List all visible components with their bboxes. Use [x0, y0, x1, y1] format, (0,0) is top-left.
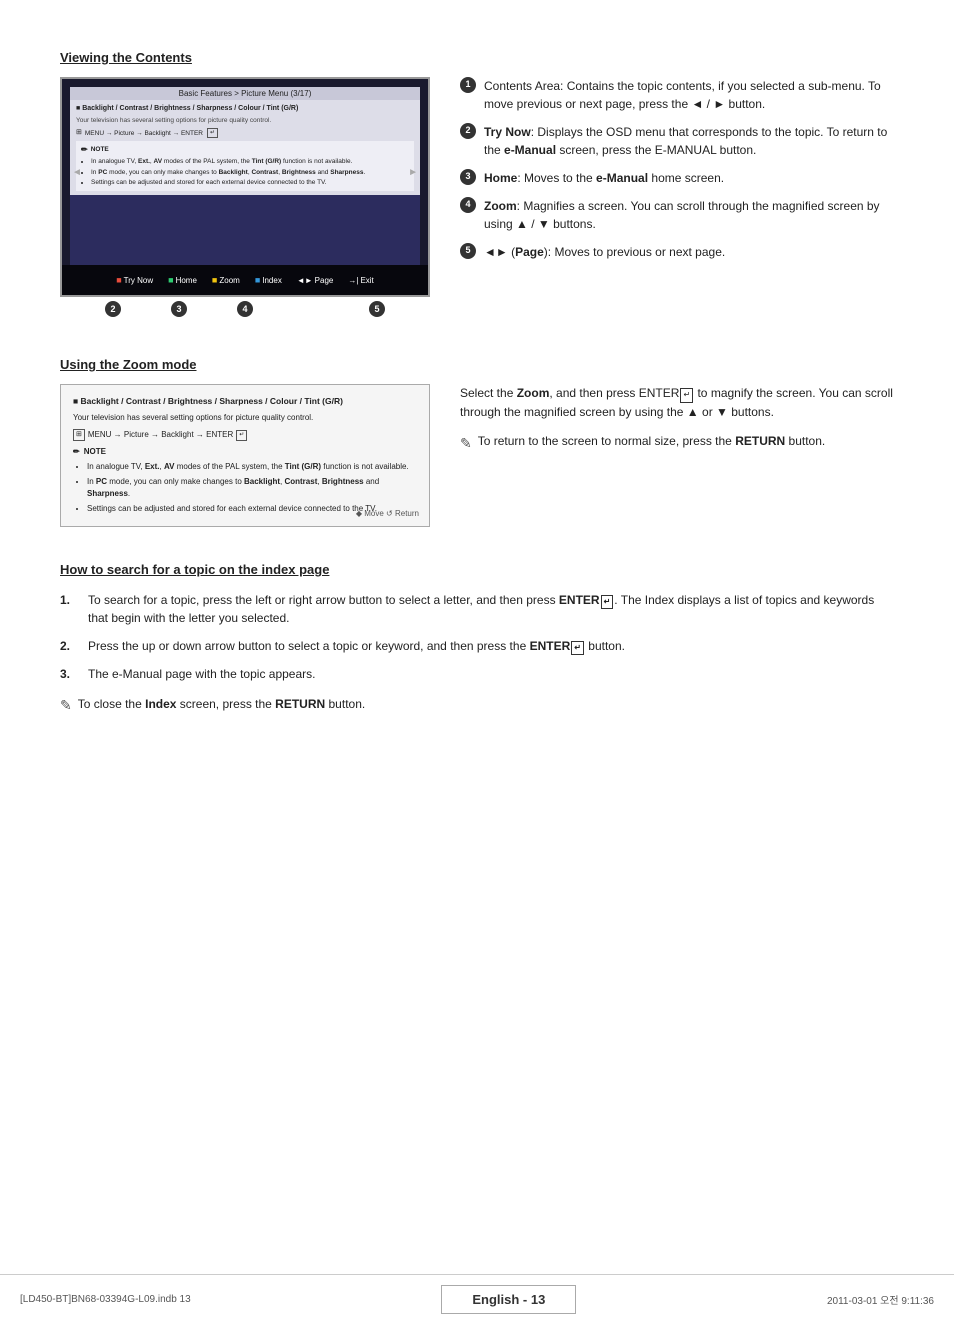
desc-text-4: Zoom: Magnifies a screen. You can scroll…	[484, 197, 894, 233]
step-num-2: 2.	[60, 637, 80, 655]
tv-wrapper: Basic Features > Picture Menu (3/17) ■ B…	[60, 77, 430, 317]
step-text-1: To search for a topic, press the left or…	[88, 591, 894, 627]
zoom-panel-note-header: ✏ NOTE	[73, 446, 417, 458]
tv-btn-page: ◄► Page	[297, 276, 334, 285]
zoom-note-item-2: In PC mode, you can only make changes to…	[87, 476, 417, 500]
index-note-icon: ✎	[60, 697, 72, 714]
zoom-note-tip: ✎ To return to the screen to normal size…	[460, 432, 894, 454]
index-title: How to search for a topic on the index p…	[60, 562, 894, 577]
zoom-section: ■ Backlight / Contrast / Brightness / Sh…	[60, 384, 894, 527]
tv-btn-home: ■ Home	[168, 275, 197, 285]
index-note-text: To close the Index screen, press the RET…	[78, 697, 365, 711]
exit-arrow-icon: →|	[348, 276, 358, 285]
try-now-icon: ■	[116, 275, 121, 285]
desc-text-5: ◄► (Page): Moves to previous or next pag…	[484, 243, 725, 261]
desc-item-5: 5 ◄► (Page): Moves to previous or next p…	[460, 243, 894, 261]
tv-btn-try-now: ■ Try Now	[116, 275, 153, 285]
label-4: 4	[237, 301, 253, 317]
index-step-2: 2. Press the up or down arrow button to …	[60, 637, 894, 655]
viewing-contents-section: Basic Features > Picture Menu (3/17) ■ B…	[60, 77, 894, 317]
zoom-desc-text: Select the Zoom, and then press ENTER↵ t…	[460, 384, 894, 422]
desc-item-1: 1 Contents Area: Contains the topic cont…	[460, 77, 894, 113]
zoom-panel-menu: ⊞ MENU → Picture → Backlight → ENTER ↵	[73, 429, 417, 442]
page-arrow-icon: ◄►	[297, 276, 313, 285]
tv-btn-index: ■ Index	[255, 275, 282, 285]
zoom-panel-subtitle: Your television has several setting opti…	[73, 412, 417, 424]
desc-text-3: Home: Moves to the e-Manual home screen.	[484, 169, 724, 187]
footer-left: [LD450-BT]BN68-03394G-L09.indb 13	[20, 1294, 191, 1305]
page-number-box: English - 13	[441, 1285, 576, 1314]
desc-text-1: Contents Area: Contains the topic conten…	[484, 77, 894, 113]
section-title-viewing: Viewing the Contents	[60, 50, 894, 65]
desc-item-2: 2 Try Now: Displays the OSD menu that co…	[460, 123, 894, 159]
zoom-description: Select the Zoom, and then press ENTER↵ t…	[460, 384, 894, 527]
screen-note-item-1: In analogue TV, Ext., AV modes of the PA…	[91, 157, 409, 166]
try-now-label: Try Now	[124, 276, 153, 285]
index-section: How to search for a topic on the index p…	[60, 562, 894, 714]
tv-screen-container: Basic Features > Picture Menu (3/17) ■ B…	[60, 77, 430, 317]
desc-num-1: 1	[460, 77, 476, 93]
label-2: 2	[105, 301, 121, 317]
screen-num-labels: 2 3 4 5	[60, 301, 430, 317]
exit-label: Exit	[360, 276, 373, 285]
screen-menu-content: ■ Backlight / Contrast / Brightness / Sh…	[70, 100, 420, 195]
tv-btn-zoom: ■ Zoom	[212, 275, 240, 285]
page-label: Page	[315, 276, 334, 285]
tv-btn-exit: →| Exit	[348, 276, 373, 285]
footer-right: 2011-03-01 오전 9:11:36	[827, 1292, 934, 1307]
footer-center: English - 13	[441, 1285, 576, 1314]
viewing-descriptions: 1 Contents Area: Contains the topic cont…	[460, 77, 894, 317]
zoom-panel-title: ■ Backlight / Contrast / Brightness / Sh…	[73, 395, 417, 408]
tv-bottom-bar: ■ Try Now ■ Home ■ Zoom ■	[62, 265, 428, 295]
step-text-3: The e-Manual page with the topic appears…	[88, 665, 315, 683]
tv-screen-inner: Basic Features > Picture Menu (3/17) ■ B…	[70, 87, 420, 265]
zoom-panel-footer: ◆ Move ↺ Return	[356, 508, 419, 520]
tv-screen: Basic Features > Picture Menu (3/17) ■ B…	[60, 77, 430, 297]
desc-text-2: Try Now: Displays the OSD menu that corr…	[484, 123, 894, 159]
screen-arrow-right: ►	[408, 167, 418, 178]
zoom-panel-note-list: In analogue TV, Ext., AV modes of the PA…	[73, 461, 417, 515]
desc-num-2: 2	[460, 123, 476, 139]
home-label: Home	[176, 276, 197, 285]
section-title-zoom: Using the Zoom mode	[60, 357, 894, 372]
index-label: Index	[262, 276, 282, 285]
desc-item-4: 4 Zoom: Magnifies a screen. You can scro…	[460, 197, 894, 233]
screen-menu-item: ■ Backlight / Contrast / Brightness / Sh…	[76, 104, 414, 114]
index-note: ✎ To close the Index screen, press the R…	[60, 697, 894, 714]
label-3: 3	[171, 301, 187, 317]
desc-num-3: 3	[460, 169, 476, 185]
zoom-icon: ■	[212, 275, 217, 285]
screen-menu-nav: ⊞ MENU → Picture → Backlight → ENTER ↵	[76, 128, 414, 138]
desc-num-4: 4	[460, 197, 476, 213]
label-5: 5	[369, 301, 385, 317]
zoom-note-item-1: In analogue TV, Ext., AV modes of the PA…	[87, 461, 417, 473]
index-icon: ■	[255, 275, 260, 285]
step-text-2: Press the up or down arrow button to sel…	[88, 637, 625, 655]
zoom-tip-text: To return to the screen to normal size, …	[478, 432, 826, 451]
index-step-1: 1. To search for a topic, press the left…	[60, 591, 894, 627]
index-step-3: 3. The e-Manual page with the topic appe…	[60, 665, 894, 683]
desc-item-3: 3 Home: Moves to the e-Manual home scree…	[460, 169, 894, 187]
note-tip-icon: ✎	[460, 432, 472, 454]
index-steps: 1. To search for a topic, press the left…	[60, 591, 894, 683]
screen-menu-bar: Basic Features > Picture Menu (3/17)	[70, 87, 420, 100]
zoom-label: Zoom	[219, 276, 239, 285]
zoom-panel: ■ Backlight / Contrast / Brightness / Sh…	[60, 384, 430, 527]
desc-num-5: 5	[460, 243, 476, 259]
screen-note-section: ✏ NOTE In analogue TV, Ext., AV modes of…	[76, 141, 414, 190]
screen-note-item-2: In PC mode, you can only make changes to…	[91, 168, 409, 177]
screen-note-item-3: Settings can be adjusted and stored for …	[91, 178, 409, 187]
screen-menu-sub: Your television has several setting opti…	[76, 116, 414, 125]
home-icon: ■	[168, 275, 173, 285]
page-footer: [LD450-BT]BN68-03394G-L09.indb 13 Englis…	[0, 1274, 954, 1324]
step-num-1: 1.	[60, 591, 80, 627]
screen-arrow-left: ◄	[72, 167, 82, 178]
step-num-3: 3.	[60, 665, 80, 683]
